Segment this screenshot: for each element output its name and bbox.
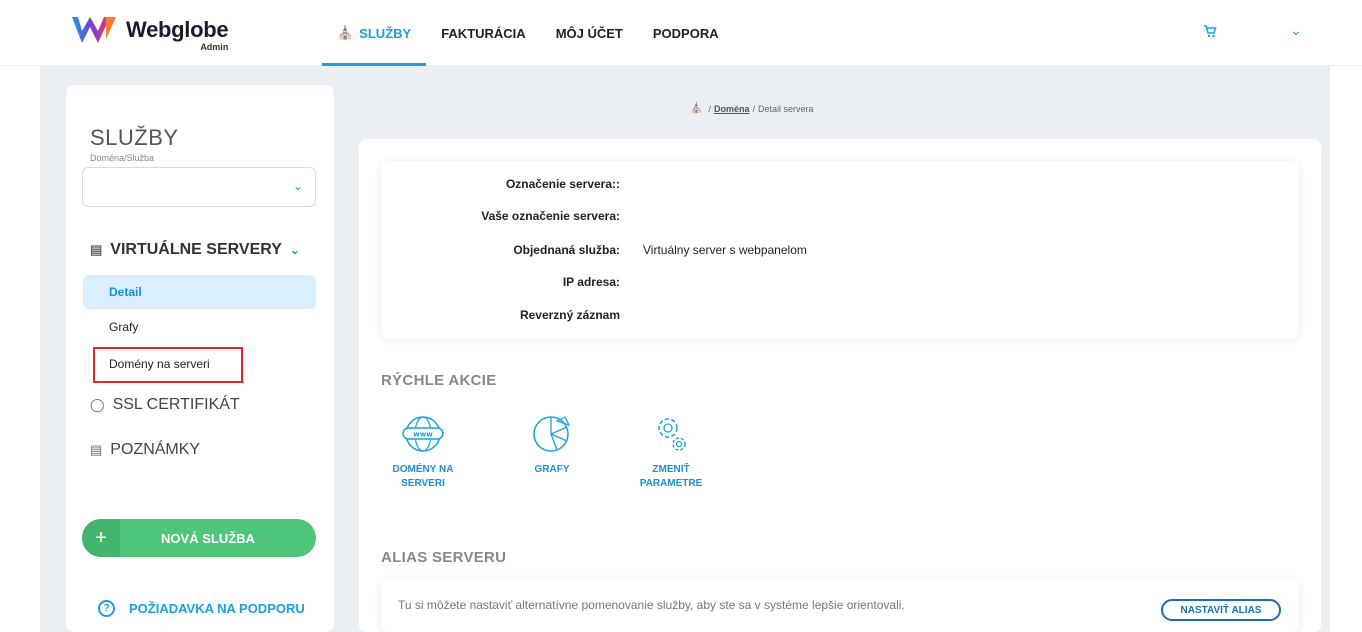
- section-virtualne-servery[interactable]: ▤ VIRTUÁLNE SERVERY ⌄: [90, 241, 300, 259]
- info-row: Reverzný záznam: [381, 305, 1299, 325]
- action-label: PARAMETRE: [639, 478, 703, 489]
- new-service-label: NOVÁ SLUŽBA: [161, 530, 255, 546]
- chevron-down-icon: ⌄: [292, 179, 303, 193]
- action-domeny-na-serveri[interactable]: www DOMÉNY NA SERVERI: [373, 411, 473, 491]
- cart-icon[interactable]: [1203, 24, 1217, 43]
- info-key: Vaše označenie servera:: [481, 209, 620, 223]
- section-ssl-certifikat[interactable]: ◯ SSL CERTIFIKÁT: [90, 396, 240, 414]
- action-grafy[interactable]: GRAFY: [502, 411, 602, 477]
- sidebar-item-grafy[interactable]: Grafy: [83, 310, 316, 344]
- globe-www-icon: www: [402, 416, 444, 452]
- logo-sub: Admin: [200, 42, 229, 52]
- chevron-down-icon[interactable]: ⌄: [1290, 22, 1302, 39]
- main-nav: ⛪ SLUŽBY FAKTURÁCIA MÔJ ÚČET PODPORA: [322, 0, 734, 66]
- action-label: GRAFY: [534, 464, 570, 475]
- support-request-link[interactable]: ? POŽIADAVKA NA PODPORU: [98, 600, 305, 617]
- top-bar: Webglobe Admin ⛪ SLUŽBY FAKTURÁCIA MÔJ Ú…: [0, 0, 1362, 66]
- nav-fakturacia[interactable]: FAKTURÁCIA: [426, 0, 541, 66]
- server-info-box: Označenie servera:: Vaše označenie serve…: [381, 161, 1299, 339]
- section-ssl-label: SSL CERTIFIKÁT: [112, 396, 240, 413]
- sidebar-item-detail[interactable]: Detail: [83, 275, 316, 309]
- svg-text:www: www: [413, 431, 433, 439]
- service-select[interactable]: ⌄: [82, 167, 316, 207]
- nav-fakturacia-label: FAKTURÁCIA: [441, 25, 526, 41]
- breadcrumb: ⛪ / Doména / Detail servera: [690, 103, 814, 114]
- sidebar-item-label: Detail: [109, 285, 142, 299]
- info-row: Objednaná služba: Virtuálny server s web…: [381, 240, 1299, 260]
- alias-description: Tu si môžete nastaviť alternatívne pomen…: [398, 598, 905, 612]
- info-key: Reverzný záznam: [519, 308, 620, 322]
- nav-moj-ucet-label: MÔJ ÚČET: [555, 25, 623, 41]
- info-row: Vaše označenie servera:: [381, 206, 1299, 226]
- section-virtualne-servery-label: VIRTUÁLNE SERVERY: [110, 241, 282, 258]
- home-icon: ⛪: [337, 25, 354, 40]
- info-key: Označenie servera::: [505, 177, 620, 191]
- breadcrumb-domena-link[interactable]: Doména: [714, 104, 750, 114]
- server-icon: ▤: [90, 242, 103, 257]
- notes-icon: ▤: [90, 442, 103, 457]
- alias-box: Tu si môžete nastaviť alternatívne pomen…: [381, 579, 1299, 632]
- nav-sluzby-label: SLUŽBY: [359, 25, 412, 41]
- info-key: IP adresa:: [562, 275, 620, 289]
- shield-icon: ◯: [90, 397, 105, 412]
- pie-chart-icon: [533, 416, 571, 452]
- support-request-label: POŽIADAVKA NA PODPORU: [129, 601, 305, 616]
- set-alias-button[interactable]: NASTAVIŤ ALIAS: [1161, 599, 1281, 621]
- nav-podpora[interactable]: PODPORA: [638, 0, 734, 66]
- nav-podpora-label: PODPORA: [652, 25, 719, 41]
- new-service-button[interactable]: + NOVÁ SLUŽBA: [82, 519, 316, 557]
- chevron-down-icon: ⌄: [289, 243, 300, 257]
- breadcrumb-current: Detail servera: [758, 103, 814, 114]
- highlight-box: [93, 347, 243, 383]
- quick-actions-title: RÝCHLE AKCIE: [381, 372, 497, 389]
- action-label: ZMENIŤ: [652, 464, 690, 475]
- sidebar-title: SLUŽBY: [90, 125, 179, 150]
- plus-icon: +: [82, 519, 120, 557]
- nav-sluzby[interactable]: ⛪ SLUŽBY: [322, 0, 427, 66]
- gears-icon: [658, 418, 686, 451]
- alias-title: ALIAS SERVERU: [381, 549, 507, 566]
- question-icon: ?: [98, 600, 115, 617]
- action-zmenit-parametre[interactable]: ZMENIŤ PARAMETRE: [621, 411, 721, 491]
- logo-name: Webglobe: [126, 17, 229, 42]
- action-label: SERVERI: [401, 478, 445, 489]
- home-icon[interactable]: ⛪: [690, 103, 702, 114]
- main-card: Označenie servera:: Vaše označenie serve…: [359, 139, 1321, 632]
- section-poznamky-label: POZNÁMKY: [110, 441, 201, 458]
- sidebar-item-label: Grafy: [109, 320, 139, 334]
- info-row: Označenie servera::: [381, 174, 1299, 194]
- info-row: IP adresa:: [381, 272, 1299, 292]
- info-value: Virtuálny server s webpanelom: [643, 243, 807, 257]
- logo[interactable]: Webglobe Admin: [70, 10, 229, 52]
- section-poznamky[interactable]: ▤ POZNÁMKY: [90, 441, 200, 459]
- action-label: DOMÉNY NA: [392, 464, 454, 475]
- nav-moj-ucet[interactable]: MÔJ ÚČET: [541, 0, 638, 66]
- webglobe-logo-icon: [72, 17, 116, 43]
- sidebar: SLUŽBY Doména/Služba ⌄ ▤ VIRTUÁLNE SERVE…: [66, 85, 334, 632]
- info-key: Objednaná služba:: [513, 243, 620, 257]
- service-select-label: Doména/Služba: [90, 153, 155, 163]
